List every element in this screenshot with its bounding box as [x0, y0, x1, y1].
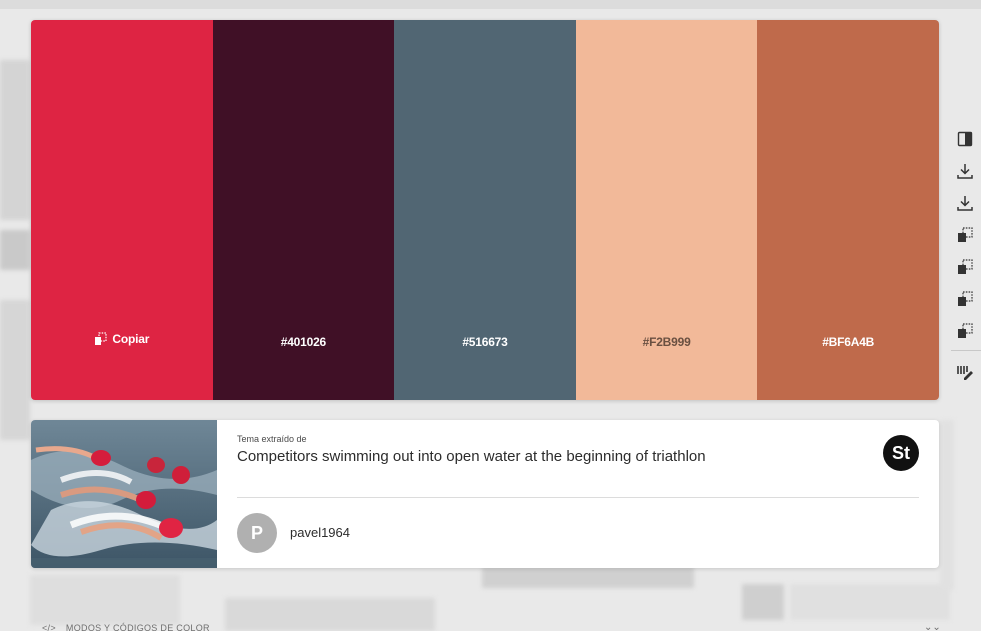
- author-name[interactable]: pavel1964: [290, 525, 350, 540]
- color-modes-section[interactable]: </> MODOS Y CÓDIGOS DE COLOR: [42, 623, 210, 631]
- swatch-3[interactable]: #516673: [394, 20, 576, 400]
- copy-swatches-button-3[interactable]: [952, 286, 978, 312]
- chevron-down-icon[interactable]: ⌄⌄: [924, 622, 941, 631]
- copy-icon: [94, 332, 108, 346]
- swatch-5[interactable]: #BF6A4B: [757, 20, 939, 400]
- code-icon: </>: [42, 623, 56, 631]
- copy-swatches-button-4[interactable]: [952, 318, 978, 344]
- copy-panel-icon: [957, 131, 973, 147]
- copy-swatches-button-1[interactable]: [952, 222, 978, 248]
- swatch-label: Copiar: [112, 332, 150, 346]
- copy-swatches-icon: [958, 323, 973, 338]
- section-label: MODOS Y CÓDIGOS DE COLOR: [65, 623, 210, 631]
- color-palette: Copiar #401026 #516673 #F2B999 #BF6A4B: [31, 20, 939, 400]
- edit-palette-button[interactable]: [952, 359, 978, 385]
- edit-palette-icon: [957, 366, 973, 380]
- top-bar: [0, 0, 981, 9]
- avatar[interactable]: P: [237, 513, 277, 553]
- source-title[interactable]: Competitors swimming out into open water…: [237, 448, 706, 465]
- extracted-label: Tema extraído de: [237, 434, 307, 444]
- card-meta: Tema extraído de Competitors swimming ou…: [237, 434, 706, 465]
- copy-swatches-icon: [958, 259, 973, 274]
- copy-button[interactable]: Copiar: [94, 332, 149, 346]
- swatch-1[interactable]: Copiar: [31, 20, 213, 400]
- swatch-hex-label: #F2B999: [642, 335, 691, 349]
- swimmers-photo: [31, 420, 217, 568]
- adobe-stock-badge[interactable]: St: [883, 435, 919, 471]
- card-divider: [237, 497, 919, 498]
- copy-swatches-icon: [958, 291, 973, 306]
- swatch-hex-label: #401026: [280, 335, 327, 349]
- copy-swatches-button-2[interactable]: [952, 254, 978, 280]
- source-card: Tema extraído de Competitors swimming ou…: [31, 420, 939, 568]
- swatch-hex-label: #BF6A4B: [822, 335, 875, 349]
- right-toolbar: [951, 126, 981, 391]
- toolbar-divider: [951, 350, 981, 351]
- copy-panel-button[interactable]: [952, 126, 978, 152]
- source-thumbnail[interactable]: [31, 420, 217, 568]
- download-icon: [957, 164, 973, 179]
- swatch-hex-label: #516673: [462, 335, 508, 349]
- swatch-4[interactable]: #F2B999: [575, 20, 758, 400]
- swatch-2[interactable]: #401026: [212, 20, 395, 400]
- copy-swatches-icon: [958, 227, 973, 242]
- download-button[interactable]: [952, 158, 978, 184]
- download-icon: [957, 196, 973, 211]
- download-button-2[interactable]: [952, 190, 978, 216]
